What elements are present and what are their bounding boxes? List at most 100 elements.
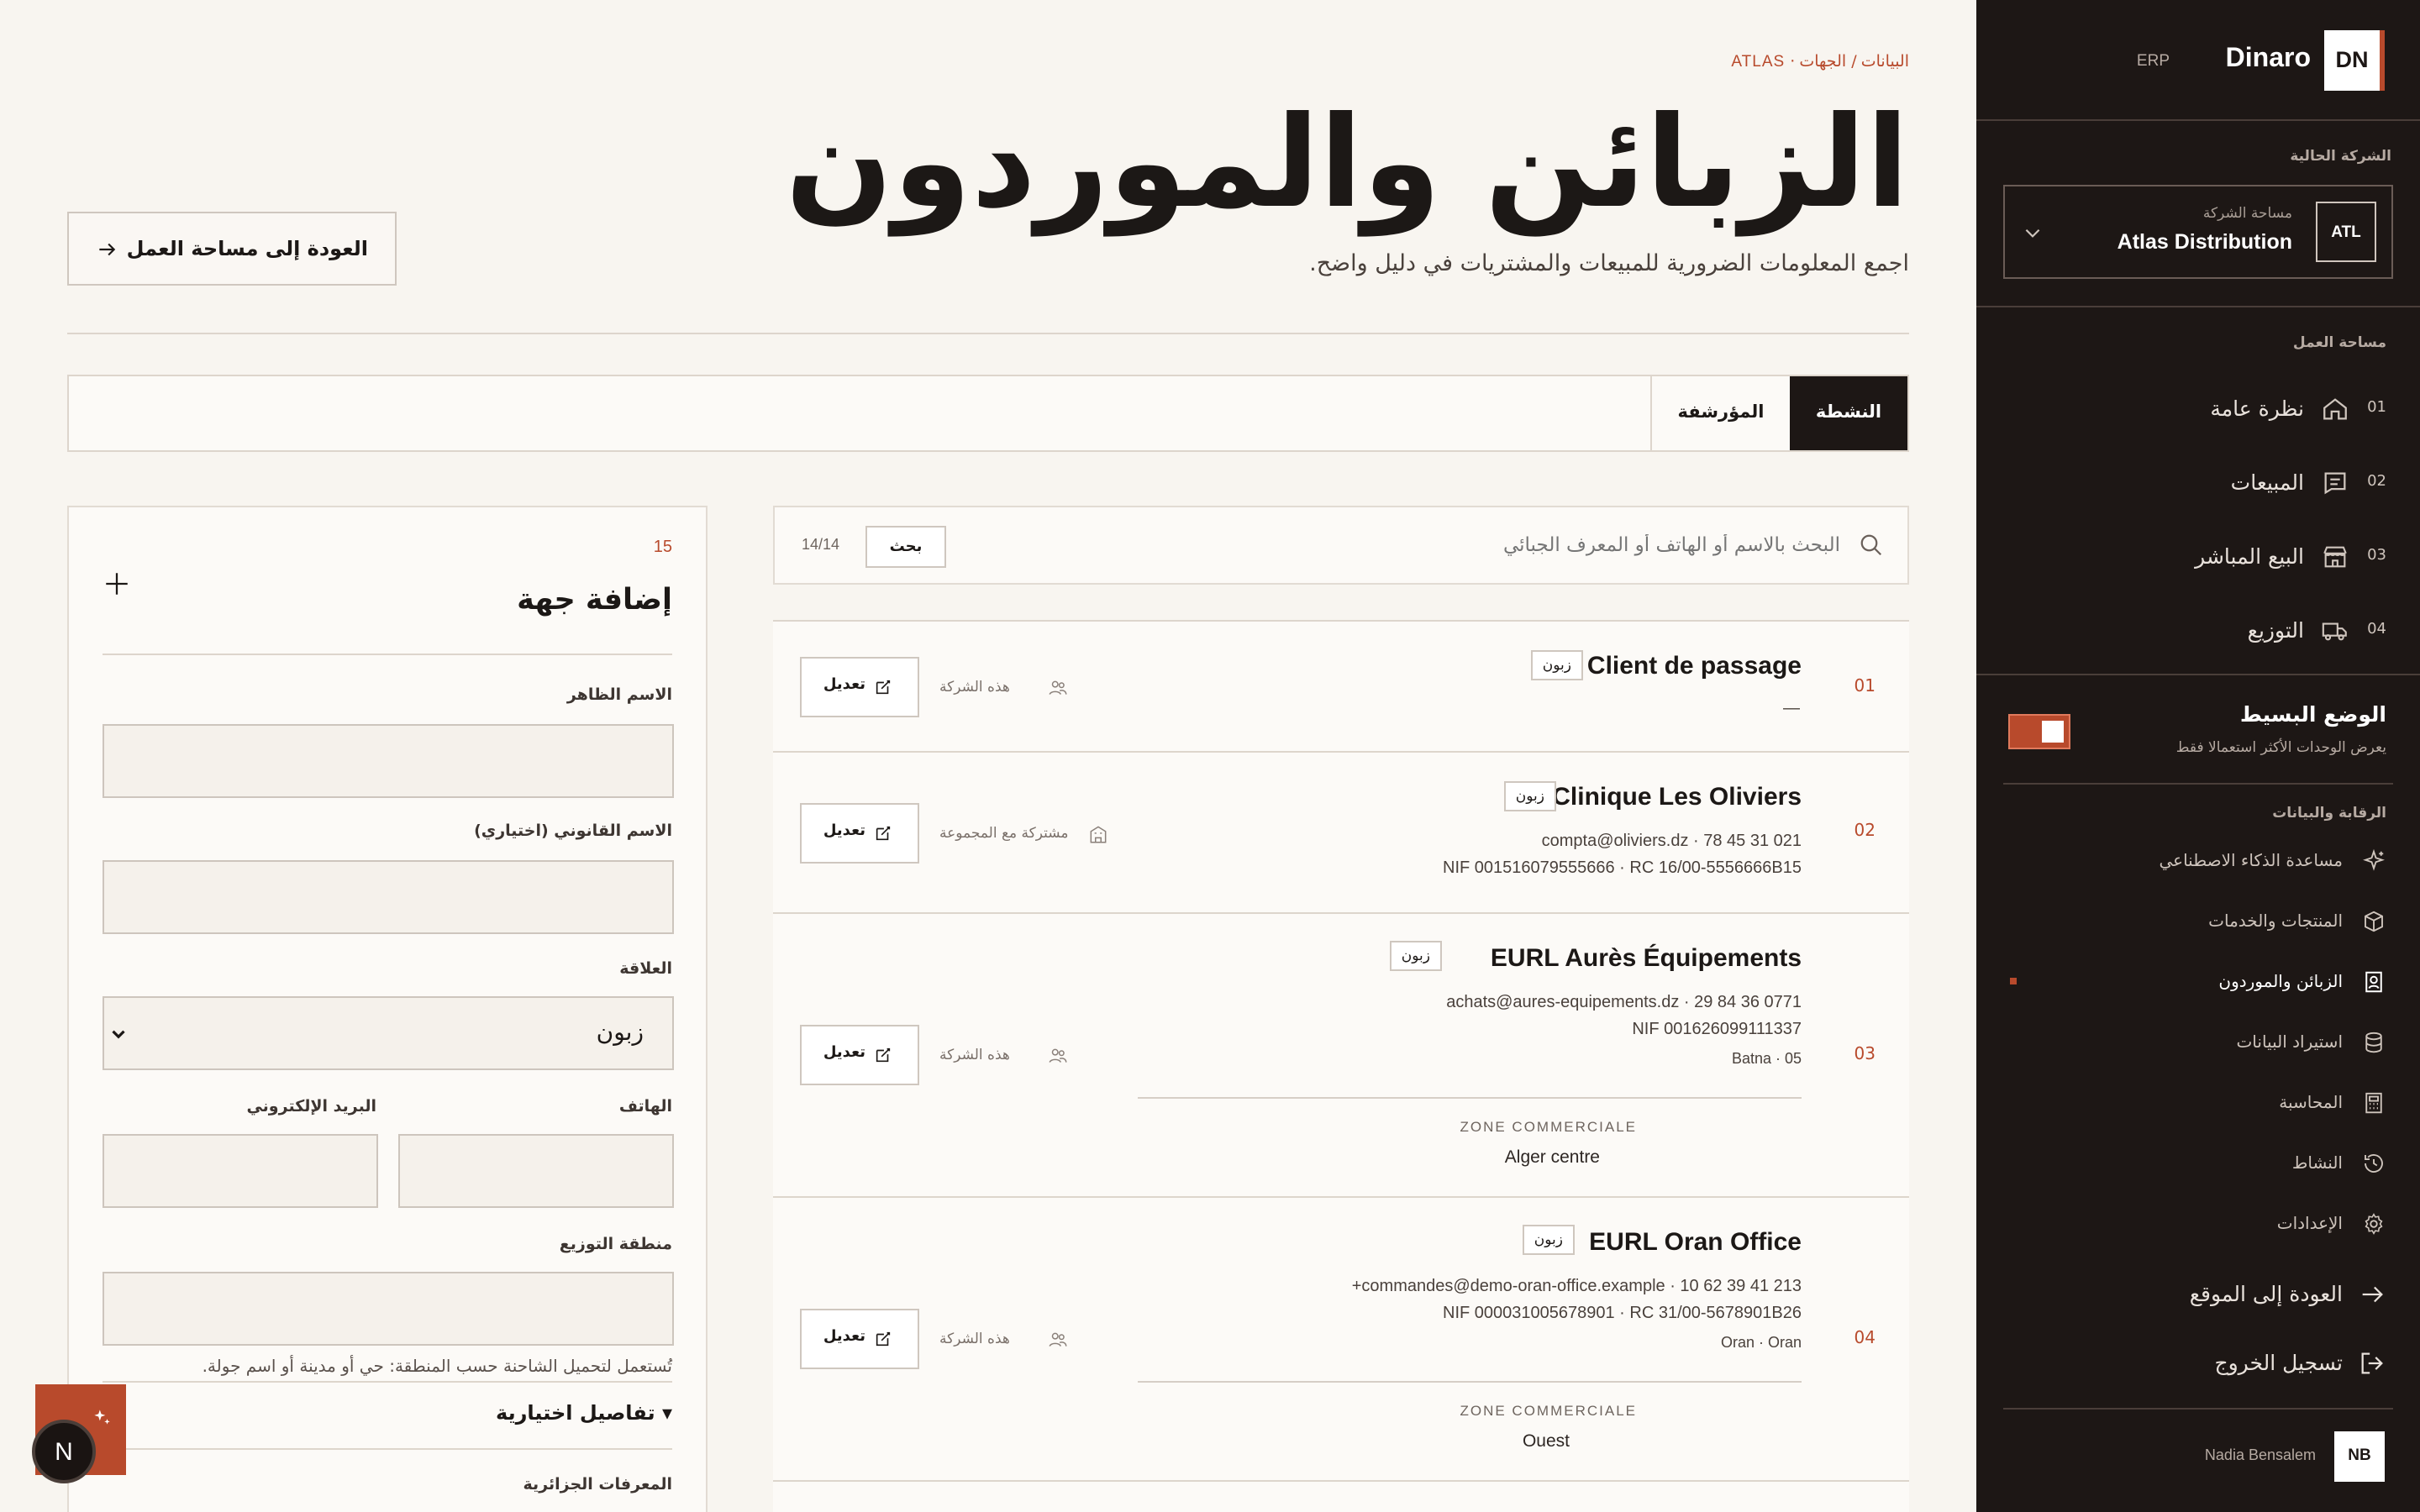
tabs-bar: النشطة المؤرشفة — [67, 375, 1909, 452]
distribution-zone-field[interactable] — [103, 1272, 674, 1346]
list-item[interactable]: 03 EURL Aurès Équipements زبون achats@au… — [773, 912, 1909, 1198]
arrow-right-icon — [99, 243, 116, 256]
breadcrumb-item[interactable]: الجهات — [1799, 52, 1846, 71]
edit-button[interactable]: تعديل — [800, 1025, 919, 1085]
brand-name: Dinaro — [2225, 42, 2311, 72]
edit-button[interactable]: تعديل — [800, 657, 919, 717]
store-icon — [2323, 546, 2347, 568]
edit-button[interactable]: تعديل — [800, 803, 919, 864]
display-name-label: الاسم الظاهر — [566, 685, 672, 704]
group-icon — [1049, 1048, 1067, 1063]
breadcrumb: البيانات / الجهات · ATLAS — [1731, 52, 1909, 71]
form-title: إضافة جهة — [517, 583, 672, 617]
list-item[interactable]: 04 EURL Oran Office زبون commandes@demo-… — [773, 1196, 1909, 1482]
zone-hint: تُستعمل لتحميل الشاحنة حسب المنطقة: حي أ… — [202, 1356, 672, 1376]
nav-item-distribution[interactable]: 04 التوزيع — [2010, 613, 2386, 664]
list-item[interactable] — [773, 1480, 1909, 1512]
relation-select[interactable]: زبون — [103, 996, 674, 1070]
plus-icon[interactable] — [103, 570, 131, 598]
sidebar-item-products[interactable]: المنتجات والخدمات — [2010, 906, 2386, 948]
chevron-down-icon — [2025, 228, 2040, 238]
logout-link[interactable]: تسجيل الخروج — [2010, 1346, 2386, 1396]
sparkle-icon — [2363, 848, 2385, 871]
app-badge-fab[interactable]: N — [32, 1420, 96, 1483]
sidebar-item-settings[interactable]: الإعدادات — [2010, 1208, 2386, 1250]
database-icon — [2365, 1032, 2382, 1053]
search-bar: بحث 14/14 — [773, 506, 1909, 585]
page-title: الزبائن والموردون — [785, 90, 1909, 236]
nav-item-sales[interactable]: 02 المبيعات — [2010, 465, 2386, 516]
toggle-knob — [2042, 721, 2064, 743]
form-divider — [103, 1448, 672, 1450]
divider — [2003, 783, 2393, 785]
logo-badge[interactable]: DN — [2324, 30, 2385, 91]
nav-item-direct-sale[interactable]: 03 البيع المباشر — [2010, 539, 2386, 590]
truck-icon — [2322, 622, 2347, 641]
gear-icon — [2365, 1213, 2383, 1235]
sidebar-item-activity[interactable]: النشاط — [2010, 1147, 2386, 1189]
zone-divider — [1138, 1381, 1802, 1383]
display-name-field[interactable] — [103, 724, 674, 798]
page-subtitle: اجمع المعلومات الضرورية للمبيعات والمشتر… — [1309, 250, 1909, 276]
contact-count: 15 — [653, 538, 672, 556]
relation-label: العلاقة — [619, 959, 672, 978]
sidebar-item-import[interactable]: استيراد البيانات — [2010, 1026, 2386, 1068]
simple-mode-desc: يعرض الوحدات الأكثر استعمالا فقط — [2175, 739, 2386, 756]
company-badge: ATL — [2316, 202, 2376, 262]
form-divider — [103, 654, 672, 655]
email-field[interactable] — [103, 1134, 378, 1208]
simple-mode-toggle[interactable] — [2008, 714, 2070, 749]
legal-name-field[interactable] — [103, 860, 674, 934]
history-icon — [2365, 1154, 2383, 1173]
company-section-title: الشركة الحالية — [2290, 148, 2391, 165]
breadcrumb-tag: ATLAS — [1731, 53, 1786, 71]
breadcrumb-item[interactable]: البيانات — [1861, 52, 1909, 71]
divider — [1976, 119, 2420, 121]
back-to-site-link[interactable]: العودة إلى الموقع — [2010, 1277, 2386, 1327]
add-contact-panel: 15 إضافة جهة الاسم الظاهر الاسم القانوني… — [67, 506, 708, 1512]
algerian-ids-label: المعرفات الجزائرية — [523, 1475, 673, 1494]
arrow-right-icon — [2362, 1286, 2383, 1303]
relation-tag: زبون — [1530, 650, 1583, 680]
result-count: 14/14 — [802, 536, 840, 553]
receipt-icon — [2324, 472, 2346, 495]
company-workspace-label: مساحة الشركة — [2202, 205, 2292, 222]
header-divider — [67, 333, 1909, 334]
list-item[interactable]: 01 Client de passage زبون — هذه الشركة ت… — [773, 620, 1909, 753]
company-switcher[interactable]: ATL مساحة الشركة Atlas Distribution — [2003, 185, 2393, 279]
divider — [1976, 674, 2420, 675]
edit-icon — [876, 1331, 891, 1347]
relation-tag: زبون — [1389, 941, 1442, 971]
search-input[interactable] — [1252, 526, 1840, 564]
back-to-workspace-button[interactable]: العودة إلى مساحة العمل — [67, 212, 397, 286]
search-icon — [1860, 534, 1882, 556]
form-divider — [103, 1381, 672, 1383]
chevron-down-icon — [112, 1030, 125, 1039]
calculator-icon — [2365, 1092, 2382, 1114]
list-item[interactable]: 02 Clinique Les Oliviers زبون compta@oli… — [773, 751, 1909, 914]
avatar[interactable]: NB — [2334, 1431, 2385, 1482]
sidebar-item-contacts[interactable]: الزبائن والموردون — [2010, 966, 2386, 1008]
edit-button[interactable]: تعديل — [800, 1309, 919, 1369]
brand-suffix: ERP — [2136, 52, 2170, 70]
phone-field[interactable] — [398, 1134, 674, 1208]
sidebar-item-ai-assist[interactable]: مساعدة الذكاء الاصطناعي — [2010, 845, 2386, 887]
relation-tag: زبون — [1522, 1225, 1575, 1255]
group-icon — [1049, 680, 1067, 695]
search-button[interactable]: بحث — [865, 526, 946, 568]
tab-active[interactable]: النشطة — [1790, 376, 1907, 450]
user-name: Nadia Bensalem — [2204, 1446, 2316, 1463]
sidebar-item-accounting[interactable]: المحاسبة — [2010, 1087, 2386, 1129]
edit-icon — [876, 680, 891, 695]
optional-details-toggle[interactable]: ▾ تفاصيل اختيارية — [496, 1401, 672, 1425]
contacts-icon — [2365, 971, 2382, 993]
tab-archived[interactable]: المؤرشفة — [1650, 376, 1790, 450]
home-icon — [2323, 398, 2347, 420]
edit-icon — [876, 826, 891, 841]
box-icon — [2365, 911, 2383, 932]
simple-mode-title: الوضع البسيط — [2239, 702, 2386, 727]
divider — [1976, 306, 2420, 307]
nav-item-overview[interactable]: 01 نظرة عامة — [2010, 391, 2386, 442]
phone-label: الهاتف — [618, 1097, 672, 1116]
zone-label: منطقة التوزيع — [559, 1235, 672, 1253]
